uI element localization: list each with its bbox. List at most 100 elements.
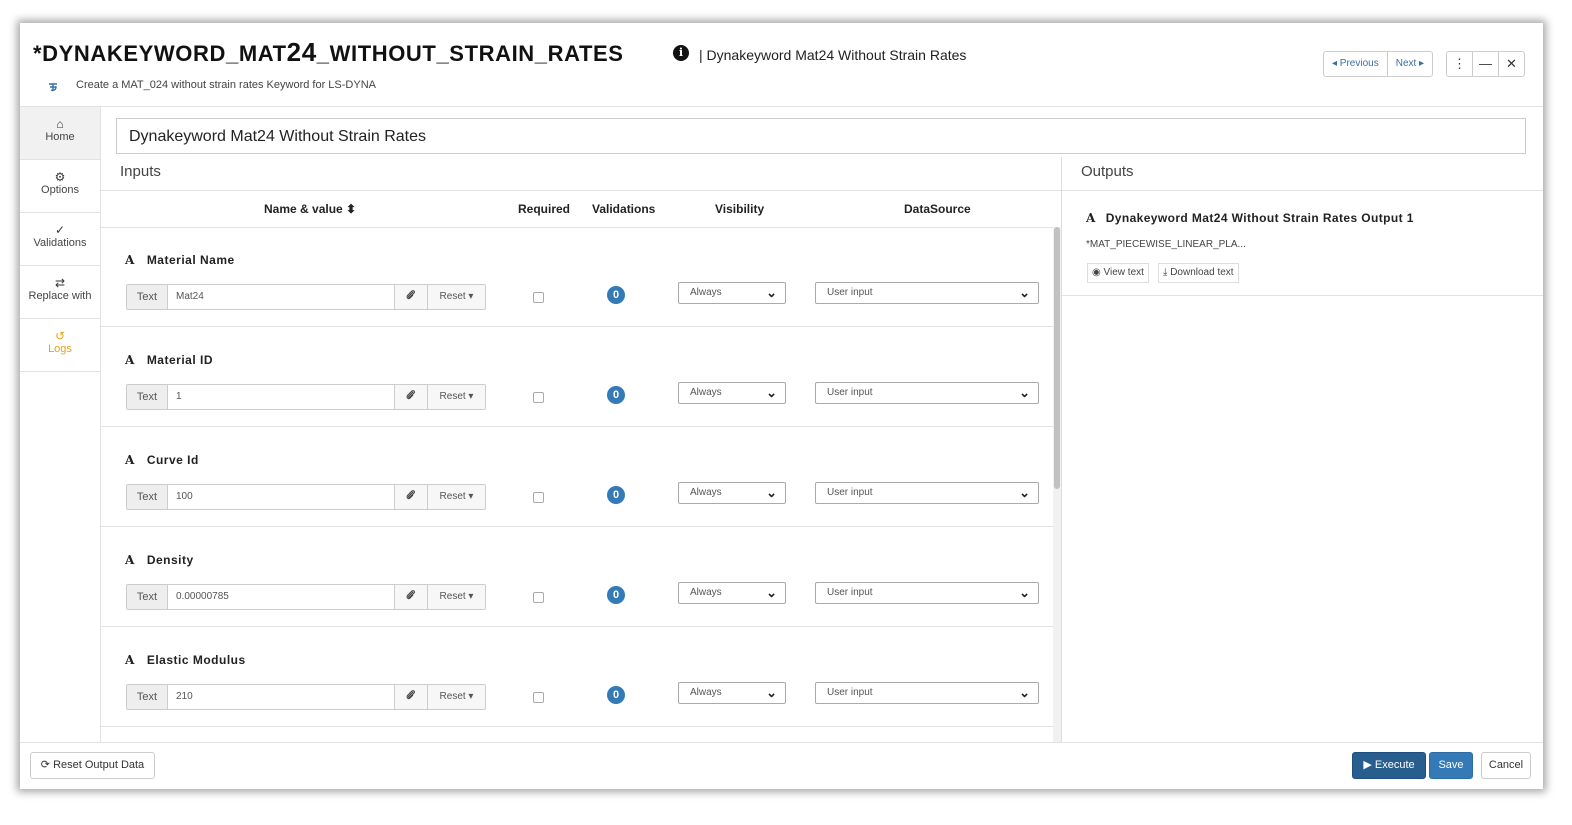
close-icon[interactable]: ✕ [1499, 52, 1524, 76]
reset-dropdown-button[interactable]: Reset ▾ [427, 385, 485, 409]
input-group: Text Mat24 Reset ▾ [126, 284, 486, 310]
chevron-down-icon: ⌄ [766, 585, 777, 600]
reset-dropdown-button[interactable]: Reset ▾ [427, 685, 485, 709]
output-label: A Dynakeyword Mat24 Without Strain Rates … [1086, 211, 1414, 225]
text-type-icon: A [125, 453, 135, 467]
paperclip-icon[interactable] [394, 485, 427, 509]
input-type-addon: Text [127, 585, 168, 609]
datasource-select[interactable]: User input ⌄ [815, 282, 1039, 304]
dialog-footer: ⟳ Reset Output Data ▶ Execute Save Cance… [20, 742, 1543, 790]
previous-button[interactable]: ◂ Previous [1324, 52, 1388, 76]
inputs-scrollbar[interactable] [1053, 227, 1061, 742]
column-datasource: DataSource [904, 202, 971, 216]
required-checkbox[interactable] [533, 392, 544, 403]
inputs-table-header: Name & value ⬍ Required Validations Visi… [101, 190, 1061, 228]
input-group: Text 210 Reset ▾ [126, 684, 486, 710]
chevron-down-icon: ⌄ [1019, 285, 1030, 300]
gear-icon: ⚙ [54, 170, 66, 184]
window-controls: ⋮ — ✕ [1446, 51, 1525, 77]
cancel-button[interactable]: Cancel [1481, 752, 1531, 779]
required-checkbox[interactable] [533, 292, 544, 303]
column-required: Required [518, 202, 571, 216]
page-title: *DYNAKEYWORD_MAT24_WITHOUT_STRAIN_RATES [33, 37, 624, 67]
input-type-addon: Text [127, 485, 168, 509]
output-item: A Dynakeyword Mat24 Without Strain Rates … [1062, 190, 1543, 296]
datasource-select[interactable]: User input ⌄ [815, 382, 1039, 404]
paperclip-icon[interactable] [394, 585, 427, 609]
input-row: A Density Text 0.00000785 Reset ▾ 0 Alway… [101, 527, 1053, 627]
chevron-down-icon: ⌄ [766, 285, 777, 300]
more-options-icon[interactable]: ⋮ [1447, 52, 1473, 76]
validations-count-badge[interactable]: 0 [607, 686, 625, 704]
paperclip-icon[interactable] [394, 685, 427, 709]
input-value-field[interactable]: 100 [168, 485, 394, 509]
input-label: A Elastic Modulus [125, 653, 246, 667]
reset-output-data-button[interactable]: ⟳ Reset Output Data [30, 752, 155, 779]
input-value-field[interactable]: Mat24 [168, 285, 394, 309]
input-row: A Elastic Modulus Text 210 Reset ▾ 0 Alwa… [101, 627, 1053, 727]
column-name-value[interactable]: Name & value ⬍ [264, 202, 356, 216]
view-text-button[interactable]: ◉ View text [1087, 263, 1149, 283]
required-checkbox[interactable] [533, 692, 544, 703]
workflow-dialog: *DYNAKEYWORD_MAT24_WITHOUT_STRAIN_RATES … [20, 23, 1543, 789]
next-button[interactable]: Next ▸ [1388, 52, 1432, 76]
chevron-down-icon: ⌄ [1019, 485, 1030, 500]
paperclip-icon[interactable] [394, 385, 427, 409]
execute-button[interactable]: ▶ Execute [1352, 752, 1426, 779]
input-row: A Material Name Text Mat24 Reset ▾ 0 Alwa… [101, 227, 1053, 327]
minimize-icon[interactable]: — [1473, 52, 1499, 76]
sidebar-item-label: Home [45, 131, 75, 143]
paperclip-icon[interactable] [394, 285, 427, 309]
chevron-down-icon: ⌄ [1019, 385, 1030, 400]
home-icon: ⌂ [56, 117, 64, 131]
datasource-select[interactable]: User input ⌄ [815, 582, 1039, 604]
input-group: Text 0.00000785 Reset ▾ [126, 584, 486, 610]
datasource-select[interactable]: User input ⌄ [815, 682, 1039, 704]
visibility-select[interactable]: Always ⌄ [678, 282, 786, 304]
visibility-select[interactable]: Always ⌄ [678, 482, 786, 504]
sidebar: ⌂ Home ⚙ Options ✓ Validations ⇄ Replace… [20, 107, 101, 742]
sidebar-item-options[interactable]: ⚙ Options [20, 160, 100, 213]
input-row: A Curve Id Text 100 Reset ▾ 0 Always ⌄ Use… [101, 427, 1053, 527]
required-checkbox[interactable] [533, 492, 544, 503]
exchange-icon: ⇄ [54, 276, 66, 290]
sidebar-item-logs[interactable]: ↺ Logs [20, 319, 100, 372]
sidebar-item-home[interactable]: ⌂ Home [20, 107, 100, 160]
visibility-select[interactable]: Always ⌄ [678, 382, 786, 404]
sidebar-item-label: Logs [48, 343, 72, 355]
scrollbar-thumb[interactable] [1054, 227, 1060, 489]
chevron-down-icon: ⌄ [766, 685, 777, 700]
datasource-select[interactable]: User input ⌄ [815, 482, 1039, 504]
column-validations: Validations [592, 202, 656, 216]
output-value: *MAT_PIECEWISE_LINEAR_PLA... [1086, 239, 1246, 250]
input-label: A Material ID [125, 353, 213, 367]
sidebar-item-replace-with[interactable]: ⇄ Replace with [20, 266, 100, 319]
sidebar-item-label: Replace with [28, 290, 92, 302]
validations-count-badge[interactable]: 0 [607, 386, 625, 404]
validations-count-badge[interactable]: 0 [607, 586, 625, 604]
save-button[interactable]: Save [1429, 752, 1473, 779]
input-value-field[interactable]: 210 [168, 685, 394, 709]
text-type-icon: A [125, 253, 135, 267]
input-value-field[interactable]: 1 [168, 385, 394, 409]
validations-count-badge[interactable]: 0 [607, 286, 625, 304]
visibility-select[interactable]: Always ⌄ [678, 582, 786, 604]
workflow-name-field[interactable]: Dynakeyword Mat24 Without Strain Rates [116, 118, 1526, 154]
input-type-addon: Text [127, 685, 168, 709]
chevron-down-icon: ⌄ [1019, 685, 1030, 700]
validations-count-badge[interactable]: 0 [607, 486, 625, 504]
visibility-select[interactable]: Always ⌄ [678, 682, 786, 704]
sidebar-item-label: Options [41, 184, 79, 196]
download-text-button[interactable]: ⤓ Download text [1158, 263, 1239, 283]
pagination-group: ◂ Previous Next ▸ [1323, 51, 1434, 77]
reset-dropdown-button[interactable]: Reset ▾ [427, 585, 485, 609]
eye-icon: ◉ [1092, 267, 1104, 278]
reset-dropdown-button[interactable]: Reset ▾ [427, 285, 485, 309]
input-value-field[interactable]: 0.00000785 [168, 585, 394, 609]
page-description: Create a MAT_024 without strain rates Ke… [76, 79, 376, 91]
reset-dropdown-button[interactable]: Reset ▾ [427, 485, 485, 509]
input-type-addon: Text [127, 285, 168, 309]
required-checkbox[interactable] [533, 592, 544, 603]
info-icon[interactable]: i [673, 45, 689, 61]
sidebar-item-validations[interactable]: ✓ Validations [20, 213, 100, 266]
